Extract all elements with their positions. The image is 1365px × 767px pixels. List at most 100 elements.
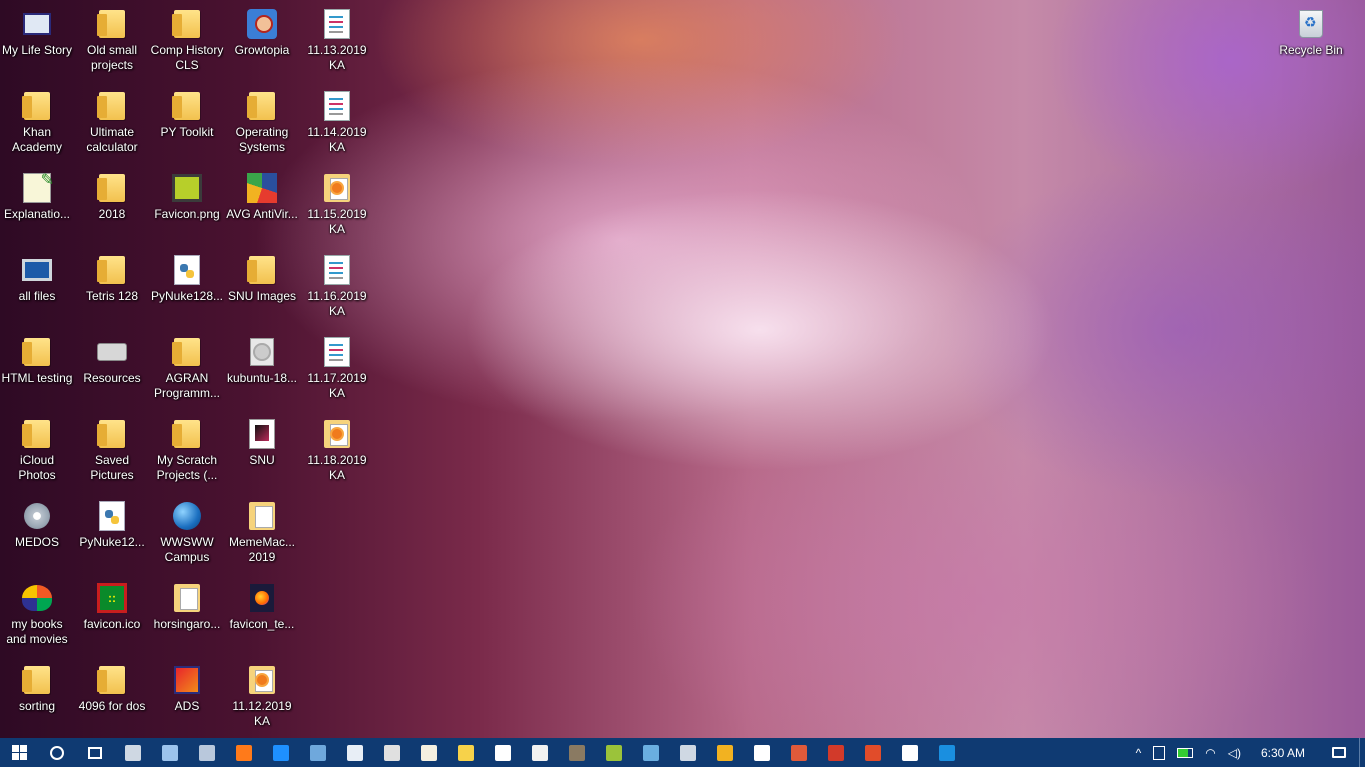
desktop-icon[interactable]: Saved Pictures [75,410,149,488]
recycle-bin[interactable]: Recycle Bin [1274,0,1348,78]
taskbar-app-app-9[interactable] [410,738,447,767]
desktop: My Life Story Khan Academy Explanatio... al… [0,0,1365,738]
taskbar-app-app-3[interactable] [188,738,225,767]
desktop-icon[interactable]: My Life Story [0,0,74,78]
desktop-icon[interactable]: MemeMac... 2019 [225,492,299,570]
desktop-icon-label: iCloud Photos [18,453,56,482]
taskbar-app-calculator[interactable] [373,738,410,767]
desktop-icon[interactable]: Explanatio... [0,164,74,242]
desktop-icon[interactable]: kubuntu-18... [225,328,299,406]
taskbar-app-app-12[interactable] [521,738,558,767]
desktop-icon[interactable]: my books and movies [0,574,74,652]
desktop-icon[interactable]: all files [0,246,74,324]
network-button[interactable]: ◠ [1199,738,1221,767]
desktop-icon[interactable]: 4096 for dos [75,656,149,734]
desktop-icon[interactable]: iCloud Photos [0,410,74,488]
taskbar-app-this-pc[interactable] [114,738,151,767]
taskbar-app-app-11[interactable] [484,738,521,767]
desktop-icon[interactable]: PyNuke12... [75,492,149,570]
desktop-icon[interactable]: Tetris 128 [75,246,149,324]
desktop-icon[interactable]: My Scratch Projects (... [150,410,224,488]
favicon-ico-icon: :: [96,582,128,614]
wifi-icon: ◠ [1205,745,1216,760]
taskbar-app-settings[interactable] [891,738,928,767]
speaker-icon: ◁) [1227,745,1241,760]
taskbar-app-firefox[interactable] [225,738,262,767]
taskbar-app-remote-desktop[interactable] [299,738,336,767]
taskbar-app-app-19[interactable] [780,738,817,767]
desktop-icon[interactable]: :: favicon.ico [75,574,149,652]
desktop-icon[interactable]: 2018 [75,164,149,242]
desktop-icon[interactable]: sorting [0,656,74,734]
desktop-icon[interactable]: AGRAN Programm... [150,328,224,406]
monitor-icon [21,254,53,286]
taskbar-app-app-21[interactable] [854,738,891,767]
taskbar-app-app-14[interactable] [595,738,632,767]
notepad-icon [346,744,363,761]
globe-icon [171,500,203,532]
desktop-icon[interactable]: SNU [225,410,299,488]
start-button[interactable] [0,738,38,767]
desktop-icon-label: AVG AntiVir... [226,207,298,221]
desktop-icon-label: My Life Story [1,43,73,57]
show-desktop-button[interactable] [1359,738,1365,767]
butterfly-icon [21,582,53,614]
desktop-icon[interactable]: 11.13.2019 KA [300,0,374,78]
desktop-icon[interactable]: 11.18.2019 KA [300,410,374,488]
desktop-icon[interactable]: Operating Systems [225,82,299,160]
python-file-icon [96,500,128,532]
folder-icon [96,664,128,696]
action-center-button[interactable] [1319,738,1359,767]
document-icon [321,8,353,40]
taskbar-app-app-23[interactable] [928,738,965,767]
taskbar-app-edge[interactable] [262,738,299,767]
taskbar-app-app-15[interactable] [632,738,669,767]
desktop-icon-label: 11.12.2019 KA [232,699,292,728]
desktop-icon-label: Khan Academy [11,125,63,154]
taskbar-app-app-20[interactable] [817,738,854,767]
taskbar-app-app-2[interactable] [151,738,188,767]
app-15-icon [642,744,659,761]
desktop-icon[interactable]: WWSWW Campus [150,492,224,570]
snu-file-icon [246,418,278,450]
life-story-icon [21,8,53,40]
show-hidden-icons-button[interactable]: ^ [1130,738,1148,767]
windows-start-icon [11,745,27,760]
taskbar-app-app-10[interactable] [447,738,484,767]
desktop-icon[interactable]: 11.12.2019 KA [225,656,299,734]
desktop-icon[interactable]: AVG AntiVir... [225,164,299,242]
desktop-icon-label: Resources [83,371,141,385]
desktop-icon[interactable]: 11.14.2019 KA [300,82,374,160]
taskbar-app-app-17[interactable] [706,738,743,767]
desktop-icon[interactable]: PY Toolkit [150,82,224,160]
firefox-file-icon [246,582,278,614]
desktop-icon[interactable]: horsingaro... [150,574,224,652]
taskbar-app-notepad[interactable] [336,738,373,767]
desktop-icon[interactable]: Favicon.png [150,164,224,242]
taskbar-app-gimp[interactable] [558,738,595,767]
desktop-icon[interactable]: favicon_te... [225,574,299,652]
desktop-icon[interactable]: SNU Images [225,246,299,324]
desktop-icon[interactable]: Growtopia [225,0,299,78]
desktop-icon[interactable]: PyNuke128... [150,246,224,324]
desktop-icon[interactable]: 11.16.2019 KA [300,246,374,324]
desktop-icon[interactable]: MEDOS [0,492,74,570]
battery-button[interactable] [1171,738,1199,767]
desktop-icon[interactable]: Comp History CLS [150,0,224,78]
desktop-icon[interactable]: Ultimate calculator [75,82,149,160]
desktop-icon[interactable]: 11.17.2019 KA [300,328,374,406]
desktop-icon[interactable]: Old small projects [75,0,149,78]
search-button[interactable] [38,738,76,767]
desktop-icon[interactable]: ADS [150,656,224,734]
taskbar-app-7zip[interactable] [743,738,780,767]
taskbar-app-app-16[interactable] [669,738,706,767]
tray-app-button[interactable] [1147,738,1171,767]
volume-button[interactable]: ◁) [1222,738,1247,767]
desktop-icon-label: My Scratch Projects (... [156,453,218,482]
desktop-icon[interactable]: 11.15.2019 KA [300,164,374,242]
clock[interactable]: 6:30 AM [1247,746,1319,760]
desktop-icon[interactable]: HTML testing [0,328,74,406]
task-view-button[interactable] [76,738,114,767]
desktop-icon[interactable]: Khan Academy [0,82,74,160]
desktop-icon[interactable]: Resources [75,328,149,406]
